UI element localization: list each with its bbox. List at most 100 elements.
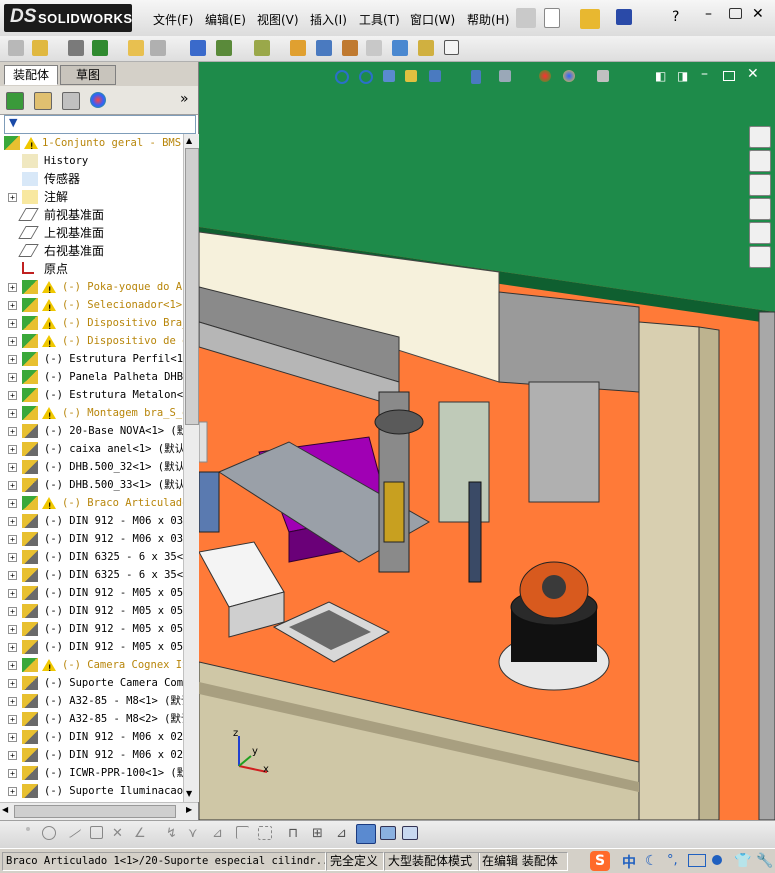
grid-icon[interactable]: ⊞: [312, 826, 328, 842]
tree-item[interactable]: + (-) Suporte Camera Comp: [0, 674, 183, 692]
angle-icon[interactable]: ∠: [134, 826, 150, 842]
menu-file[interactable]: 文件(F): [150, 10, 196, 29]
expand-icon[interactable]: +: [8, 571, 17, 580]
ime-language[interactable]: 中: [622, 852, 636, 872]
scroll-thumb[interactable]: [185, 148, 199, 425]
pattern-icon[interactable]: [92, 40, 108, 56]
construction-icon[interactable]: [258, 826, 272, 840]
tree-item[interactable]: + (-) DIN 6325 - 6 x 35<1: [0, 548, 183, 566]
zoom-area-icon[interactable]: [359, 70, 373, 84]
edit-appearance-icon[interactable]: [539, 70, 551, 82]
expand-icon[interactable]: +: [8, 625, 17, 634]
trim-icon[interactable]: ✕: [112, 826, 128, 842]
tree-item[interactable]: + (-) DIN 912 - M06 x 035: [0, 530, 183, 548]
tree-filter-input[interactable]: ▼: [4, 115, 196, 134]
tree-item[interactable]: + (-) DIN 912 - M05 x 050: [0, 602, 183, 620]
offset-icon[interactable]: ⋎: [188, 826, 204, 842]
property-manager-tab-icon[interactable]: [34, 92, 52, 110]
interference-icon[interactable]: [392, 40, 408, 56]
help-icon[interactable]: ?: [672, 9, 692, 29]
tree-item[interactable]: + (-) DIN 912 - M05 x 050: [0, 584, 183, 602]
tree-item[interactable]: + (-) Panela Palheta DHB<: [0, 368, 183, 386]
appearance-tab-icon[interactable]: [90, 92, 106, 108]
expand-icon[interactable]: +: [8, 697, 17, 706]
scroll-left-icon[interactable]: ◀: [2, 805, 8, 814]
point-icon[interactable]: [26, 827, 30, 831]
move-component-icon[interactable]: [150, 40, 166, 56]
tree-item[interactable]: + (-) Dispositivo de g: [0, 332, 183, 354]
graphics-viewport[interactable]: ◧ ◨ – ✕ z y x: [199, 62, 775, 820]
tree-item[interactable]: + (-) DIN 6325 - 6 x 35<2: [0, 566, 183, 584]
expand-icon[interactable]: +: [8, 751, 17, 760]
view-palette-icon[interactable]: [749, 198, 771, 220]
tree-item[interactable]: + (-) A32-85 - M8<2> (默认: [0, 710, 183, 728]
open-folder-icon[interactable]: [580, 9, 600, 29]
menu-view[interactable]: 视图(V): [254, 10, 302, 29]
new-motion-study-icon[interactable]: [290, 40, 306, 56]
expand-icon[interactable]: +: [8, 283, 17, 292]
expand-icon[interactable]: +: [8, 535, 17, 544]
tree-item[interactable]: + 注解: [0, 188, 183, 206]
sketch-fillet-icon[interactable]: ↯: [166, 826, 182, 842]
tree-item[interactable]: + (-) DIN 912 - M06 x 020: [0, 746, 183, 764]
moon-icon[interactable]: ☾: [645, 853, 658, 869]
insert-component-icon[interactable]: [32, 40, 48, 56]
tree-item[interactable]: History: [0, 152, 183, 170]
display-style-icon[interactable]: [471, 70, 481, 84]
menu-help[interactable]: 帮助(H): [464, 10, 512, 29]
expand-icon[interactable]: +: [8, 769, 17, 778]
tree-item[interactable]: + (-) DIN 912 - M05 x 050: [0, 620, 183, 638]
clearance-icon[interactable]: [418, 40, 434, 56]
expand-icon[interactable]: +: [8, 589, 17, 598]
dimension-icon[interactable]: ⊓: [288, 826, 304, 842]
exploded-view-icon[interactable]: [342, 40, 358, 56]
expand-icon[interactable]: +: [8, 391, 17, 400]
expand-icon[interactable]: +: [8, 517, 17, 526]
expand-icon[interactable]: +: [8, 373, 17, 382]
tree-item[interactable]: 原点: [0, 260, 183, 278]
expand-icon[interactable]: +: [8, 553, 17, 562]
configuration-tab-icon[interactable]: [62, 92, 80, 110]
expand-icon[interactable]: +: [8, 427, 17, 436]
tree-item[interactable]: + (-) ICWR-PPR-100<1> (默: [0, 764, 183, 782]
tree-item[interactable]: + (-) Suporte Iluminacao: [0, 782, 183, 800]
expand-icon[interactable]: +: [8, 661, 17, 670]
expand-icon[interactable]: +: [8, 679, 17, 688]
shaded-view-icon[interactable]: [356, 824, 376, 844]
hide-show-icon[interactable]: [190, 40, 206, 56]
mate-icon[interactable]: [68, 40, 84, 56]
expand-icon[interactable]: +: [8, 409, 17, 418]
save-icon[interactable]: [616, 9, 632, 25]
hscroll-thumb[interactable]: [14, 805, 176, 818]
tree-item[interactable]: + (-) caixa anel<1> (默认: [0, 440, 183, 458]
scroll-down-icon[interactable]: ▼: [186, 789, 192, 798]
user-icon[interactable]: [712, 855, 722, 865]
feature-tree-tab-icon[interactable]: [6, 92, 24, 110]
solidworks-logo[interactable]: DS SOLIDWORKS: [4, 4, 132, 32]
expand-icon[interactable]: +: [8, 355, 17, 364]
design-library-icon[interactable]: [749, 150, 771, 172]
file-explorer-icon[interactable]: [749, 174, 771, 196]
custom-properties-icon[interactable]: [749, 246, 771, 268]
expand-icon[interactable]: +: [8, 193, 17, 202]
punctuation-icon[interactable]: °,: [667, 853, 678, 868]
tree-item[interactable]: + (-) A32-85 - M8<1> (默认: [0, 692, 183, 710]
tree-item[interactable]: 传感器: [0, 170, 183, 188]
appearances-scenes-icon[interactable]: [749, 222, 771, 244]
polygon-icon[interactable]: [90, 826, 103, 839]
circle-icon[interactable]: [42, 826, 56, 840]
hide-show-items-icon[interactable]: [499, 70, 511, 82]
corner-rectangle-icon[interactable]: [236, 826, 249, 839]
expand-icon[interactable]: +: [8, 319, 17, 328]
scroll-up-icon[interactable]: ▲: [186, 136, 192, 145]
tree-item[interactable]: + (-) Selecionador<1>: [0, 296, 183, 318]
expand-icon[interactable]: +: [8, 787, 17, 796]
relation-icon[interactable]: ⊿: [336, 826, 352, 842]
tree-vertical-scrollbar[interactable]: ▲ ▼: [183, 134, 199, 802]
viewport-minimize-icon[interactable]: –: [701, 66, 708, 82]
viewport-close-icon[interactable]: ✕: [747, 66, 759, 82]
view-settings-icon[interactable]: [597, 70, 609, 82]
tree-item[interactable]: + (-) DHB.500_32<1> (默认: [0, 458, 183, 476]
keyboard-icon[interactable]: [688, 854, 706, 867]
tree-item[interactable]: + (-) Estrutura Perfil<1>: [0, 350, 183, 368]
